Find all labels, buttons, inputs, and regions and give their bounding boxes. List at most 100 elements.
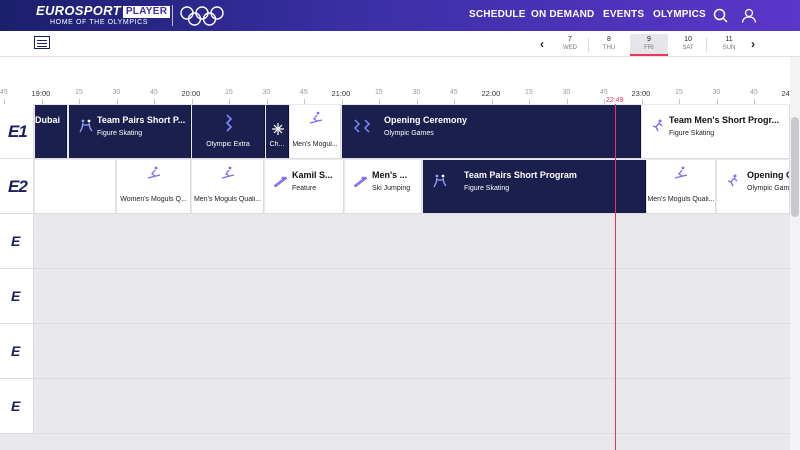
program-tile[interactable]: Men's ... Ski Jumping [345, 160, 422, 213]
day-number: 11 [725, 36, 733, 43]
program-title: Olympic Extra [206, 141, 250, 148]
day-11[interactable]: 11 SUN [710, 34, 748, 56]
day-weekday: FRI [644, 45, 654, 51]
channel-logo[interactable]: E1 [0, 104, 34, 158]
program-title: Team Pairs Short P... [97, 115, 186, 125]
top-header: EUROSPORT PLAYER HOME OF THE OLYMPICS SCH… [0, 0, 800, 31]
jumper-icon [272, 174, 288, 193]
program-tile[interactable]: Men's Moguls Quali... [192, 160, 264, 213]
next-day-arrow-icon[interactable]: › [751, 37, 755, 51]
nav-on-demand[interactable]: ON DEMAND [531, 9, 594, 20]
day-selector-bar: ‹ 7 WED 8 THU 9 FRI 10 SAT 11 SUN › [0, 31, 800, 57]
current-time-label: 22:49 [606, 97, 624, 104]
vertical-scrollbar[interactable] [790, 57, 800, 450]
minute-tick-label: 45 [0, 89, 8, 96]
channel-logo[interactable]: E [0, 214, 34, 268]
ceremony-icon [352, 119, 374, 138]
day-8[interactable]: 8 THU [590, 34, 628, 56]
extra-icon [223, 113, 235, 138]
minute-tick-label: 15 [675, 89, 683, 96]
program-title: Men's ... [372, 170, 408, 180]
current-time-line [615, 104, 616, 450]
minute-tick-label: 30 [262, 89, 271, 96]
minute-tick-label: 30 [412, 89, 421, 96]
program-title: Men's Moguls Quali... [193, 196, 262, 203]
minute-tick-label: 45 [450, 89, 458, 96]
day-weekday: THU [602, 45, 616, 51]
channel-logo[interactable]: E [0, 379, 34, 433]
scrollbar-thumb[interactable] [791, 117, 799, 217]
channel-row: E2 Women's Moguls Q... Men's Moguls Quali.… [0, 159, 790, 214]
program-tile[interactable]: Dubai [35, 105, 67, 158]
program-title: Team Men's Short Progr... [669, 115, 779, 125]
program-title: Dubai [35, 115, 61, 125]
minute-tick-label: 45 [600, 89, 608, 96]
hour-tick-label: 20:00 [181, 89, 201, 98]
day-7[interactable]: 7 WED [551, 34, 589, 56]
minute-tick-label: 45 [300, 89, 308, 96]
search-icon[interactable] [713, 8, 728, 23]
day-10[interactable]: 10 SAT [669, 34, 707, 56]
program-sport: Ski Jumping [372, 185, 411, 192]
program-title: Men's Mogul... [292, 141, 338, 148]
snow-icon [272, 122, 284, 140]
nav-schedule[interactable]: SCHEDULE [469, 9, 526, 20]
program-sport: Olympic Gam [747, 185, 790, 192]
skier-icon [308, 111, 324, 130]
program-tile[interactable]: Team Pairs Short Program Figure Skating [423, 160, 646, 213]
time-ruler: 45 19:00 15 30 45 20:00 15 30 45 21:00 15 30 45 22:00… [0, 57, 800, 104]
logo-divider [172, 5, 173, 26]
program-tile[interactable]: Women's Moguls Q... [117, 160, 191, 213]
program-sport: Feature [292, 185, 317, 192]
hour-tick-label: 22:00 [481, 89, 501, 98]
nav-events[interactable]: EVENTS [603, 9, 644, 20]
program-tile[interactable]: Men's Moguls Quali... [647, 160, 716, 213]
eurosport-player-logo[interactable]: EUROSPORT PLAYER HOME OF THE OLYMPICS [36, 3, 171, 27]
channel-logo[interactable]: E [0, 324, 34, 378]
program-tile[interactable]: Men's Mogul... [290, 105, 341, 158]
channel-logo[interactable]: E [0, 269, 34, 323]
channel-logo[interactable]: E2 [0, 159, 34, 213]
prev-day-arrow-icon[interactable]: ‹ [540, 37, 544, 51]
program-tile[interactable]: Ch... [266, 105, 289, 158]
program-sport: Figure Skating [97, 130, 143, 137]
program-sport: Figure Skating [669, 130, 715, 137]
program-tile[interactable]: Team Pairs Short P... Figure Skating [69, 105, 191, 158]
day-9-selected[interactable]: 9 FRI [630, 34, 668, 56]
logo-subtitle: HOME OF THE OLYMPICS [50, 19, 149, 26]
program-title: Kamil S... [292, 170, 333, 180]
hour-tick-label: 23:00 [631, 89, 651, 98]
channel-row: E1 Dubai Team Pairs Short P... Figure Skati… [0, 104, 790, 159]
list-view-icon[interactable] [34, 36, 50, 49]
channel-logo-text: E [11, 343, 21, 359]
program-tile[interactable]: Kamil S... Feature [265, 160, 344, 213]
jumper-icon [352, 174, 368, 193]
skier-icon [146, 166, 162, 185]
hour-tick-label: 19:00 [31, 89, 51, 98]
olympic-rings-icon [180, 6, 224, 26]
program-tile[interactable]: Olympic Extra [192, 105, 265, 158]
minute-tick-label: 30 [712, 89, 721, 96]
user-icon[interactable] [741, 8, 757, 23]
channel-row: E [0, 214, 790, 269]
minute-tick-label: 45 [150, 89, 158, 96]
minute-tick-label: 15 [375, 89, 383, 96]
program-tile[interactable] [35, 160, 116, 213]
logo-main-text: EUROSPORT [36, 3, 121, 18]
channel-row: E [0, 269, 790, 324]
program-tile[interactable]: Team Men's Short Progr... Figure Skating [642, 105, 790, 158]
minute-tick-label: 15 [525, 89, 533, 96]
channel-row: E [0, 379, 790, 434]
program-tile[interactable]: Opening Ceremony Olympic Games [342, 105, 641, 158]
nav-olympics[interactable]: OLYMPICS [653, 9, 706, 20]
day-number: 7 [568, 36, 572, 43]
program-tile[interactable]: Opening C Olympic Gam [717, 160, 790, 213]
program-sport: Olympic Games [384, 130, 434, 137]
channel-logo-text: E [11, 288, 21, 304]
day-number: 8 [607, 36, 611, 43]
program-title: Team Pairs Short Program [464, 170, 577, 180]
channel-logo-text: E1 [8, 122, 28, 141]
skier-icon [220, 166, 236, 185]
program-title: Opening Ceremony [384, 115, 468, 125]
pair-icon [432, 174, 448, 193]
